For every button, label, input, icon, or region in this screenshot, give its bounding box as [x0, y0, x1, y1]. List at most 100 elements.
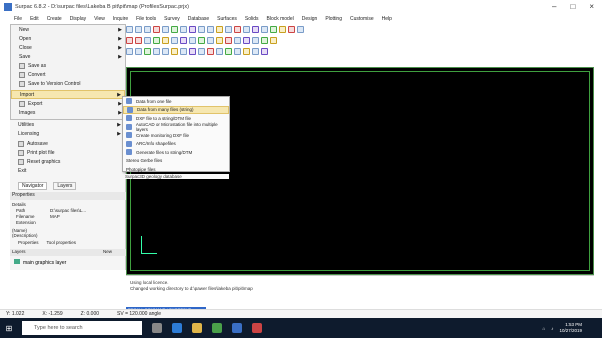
network-icon[interactable]: ⌂ — [543, 326, 546, 331]
grid-icon[interactable] — [252, 26, 259, 33]
menu-create[interactable]: Create — [47, 16, 62, 22]
submenu-geology-db[interactable]: Surpac3D geology database — [125, 174, 229, 179]
smooth-icon[interactable] — [243, 37, 250, 44]
file-menu-convert[interactable]: Convert — [11, 70, 125, 79]
tab-tool-properties[interactable]: Tool properties — [47, 240, 77, 245]
view-plan-icon[interactable] — [126, 48, 133, 55]
file-menu-import[interactable]: Import ▶ — [11, 90, 125, 99]
menu-block-model[interactable]: Block model — [267, 16, 294, 22]
tab-properties[interactable]: Properties — [18, 240, 39, 245]
menu-view[interactable]: View — [94, 16, 105, 22]
hide-icon[interactable] — [207, 48, 214, 55]
redraw-icon[interactable] — [180, 48, 187, 55]
settings-icon[interactable] — [279, 26, 286, 33]
reverse-icon[interactable] — [225, 37, 232, 44]
submenu-autocad-layers[interactable]: AutoCAD or Microstation file into multip… — [123, 122, 229, 132]
zoom-icon[interactable] — [225, 26, 232, 33]
contour-icon[interactable] — [261, 37, 268, 44]
menu-design[interactable]: Design — [302, 16, 318, 22]
file-menu-utilities[interactable]: Utilities ▶ — [10, 120, 124, 129]
submenu-data-many-files[interactable]: Data from many files (string) — [123, 105, 229, 114]
file-menu-open[interactable]: Open ▶ — [11, 34, 125, 43]
file-menu-exit[interactable]: Exit — [10, 166, 124, 175]
view-3d-icon[interactable] — [144, 48, 151, 55]
lighting-icon[interactable] — [225, 48, 232, 55]
menu-help[interactable]: Help — [382, 16, 392, 22]
menu-file[interactable]: File — [14, 16, 22, 22]
rotate-icon[interactable] — [270, 26, 277, 33]
paste-icon[interactable] — [144, 37, 151, 44]
submenu-data-one-file[interactable]: Data from one file — [123, 97, 229, 106]
file-menu-save[interactable]: Save ▶ — [11, 52, 125, 61]
help-icon[interactable] — [297, 26, 304, 33]
undo-icon[interactable] — [153, 26, 160, 33]
menu-edit[interactable]: Edit — [30, 16, 39, 22]
zoom-in-icon[interactable] — [153, 48, 160, 55]
extend-icon[interactable] — [198, 37, 205, 44]
submenu-photopipe[interactable]: Photopipe files — [123, 165, 229, 174]
windows-start-icon[interactable]: ⊞ — [0, 318, 18, 338]
file-menu-version-control[interactable]: Save to Version Control — [11, 79, 125, 88]
trim-icon[interactable] — [189, 37, 196, 44]
file-menu-autosave[interactable]: Autosave — [10, 139, 124, 148]
file-menu-new[interactable]: New ▶ — [11, 25, 125, 34]
layer-item[interactable]: main graphics layer — [14, 259, 66, 266]
menu-file-tools[interactable]: File tools — [136, 16, 156, 22]
menu-display[interactable]: Display — [70, 16, 86, 22]
move-icon[interactable] — [243, 26, 250, 33]
file-menu-images[interactable]: Images ▶ — [11, 108, 125, 117]
delete-icon[interactable] — [234, 26, 241, 33]
add-point-icon[interactable] — [153, 37, 160, 44]
label-icon[interactable] — [198, 48, 205, 55]
colour-icon[interactable] — [288, 26, 295, 33]
save-icon[interactable] — [144, 26, 151, 33]
redo-icon[interactable] — [162, 26, 169, 33]
clock[interactable]: 1:53 PM 10/27/2019 — [559, 322, 582, 334]
clip-icon[interactable] — [234, 37, 241, 44]
app-green-icon[interactable] — [212, 323, 222, 333]
file-menu-licensing[interactable]: Licensing ▶ — [10, 129, 124, 138]
view-section-icon[interactable] — [135, 48, 142, 55]
snap-icon[interactable] — [162, 37, 169, 44]
app-blue-icon[interactable] — [232, 323, 242, 333]
menu-surfaces[interactable]: Surfaces — [217, 16, 237, 22]
offset-icon[interactable] — [216, 37, 223, 44]
layer-icon[interactable] — [171, 26, 178, 33]
orbit-icon[interactable] — [261, 48, 268, 55]
submenu-generate-files[interactable]: Generate files to string/DTM — [123, 148, 229, 157]
menu-customise[interactable]: Customise — [350, 16, 374, 22]
axis-icon[interactable] — [189, 48, 196, 55]
taskbar-search[interactable]: Type here to search — [22, 321, 142, 335]
tab-layers[interactable]: Layers — [53, 182, 77, 190]
task-view-icon[interactable] — [152, 323, 162, 333]
close-button[interactable]: × — [589, 2, 594, 11]
string-icon[interactable] — [171, 37, 178, 44]
menu-database[interactable]: Database — [188, 16, 209, 22]
zoom-out-icon[interactable] — [162, 48, 169, 55]
submenu-monitoring-dxf[interactable]: Create monitoring DXF file — [123, 131, 229, 140]
file-menu-save-as[interactable]: Save as — [11, 61, 125, 70]
surpac-taskbar-icon[interactable] — [252, 323, 262, 333]
file-menu-close[interactable]: Close ▶ — [11, 43, 125, 52]
open-file-icon[interactable] — [135, 26, 142, 33]
minimize-button[interactable]: – — [552, 2, 556, 11]
show-icon[interactable] — [216, 48, 223, 55]
volume-icon[interactable]: ♪ — [551, 326, 553, 331]
select-icon[interactable] — [180, 26, 187, 33]
edge-icon[interactable] — [172, 323, 182, 333]
cut-icon[interactable] — [126, 37, 133, 44]
file-menu-print[interactable]: Print plot file — [10, 148, 124, 157]
new-file-icon[interactable] — [126, 26, 133, 33]
file-menu-export[interactable]: Export ▶ — [11, 99, 125, 108]
rotate-view-icon[interactable] — [252, 48, 259, 55]
segment-icon[interactable] — [180, 37, 187, 44]
submenu-arcinfo-shapefiles[interactable]: ARC/Info shapefiles — [123, 140, 229, 149]
pan-icon[interactable] — [261, 26, 268, 33]
maximize-button[interactable]: □ — [570, 2, 575, 11]
submenu-stereo-gerbe[interactable]: Stereo Gerbe files — [123, 157, 229, 166]
file-menu-reset-graphics[interactable]: Reset graphics — [10, 157, 124, 166]
menu-inquire[interactable]: Inquire — [113, 16, 128, 22]
copy-icon[interactable] — [135, 37, 142, 44]
join-icon[interactable] — [207, 37, 214, 44]
wireframe-icon[interactable] — [243, 48, 250, 55]
